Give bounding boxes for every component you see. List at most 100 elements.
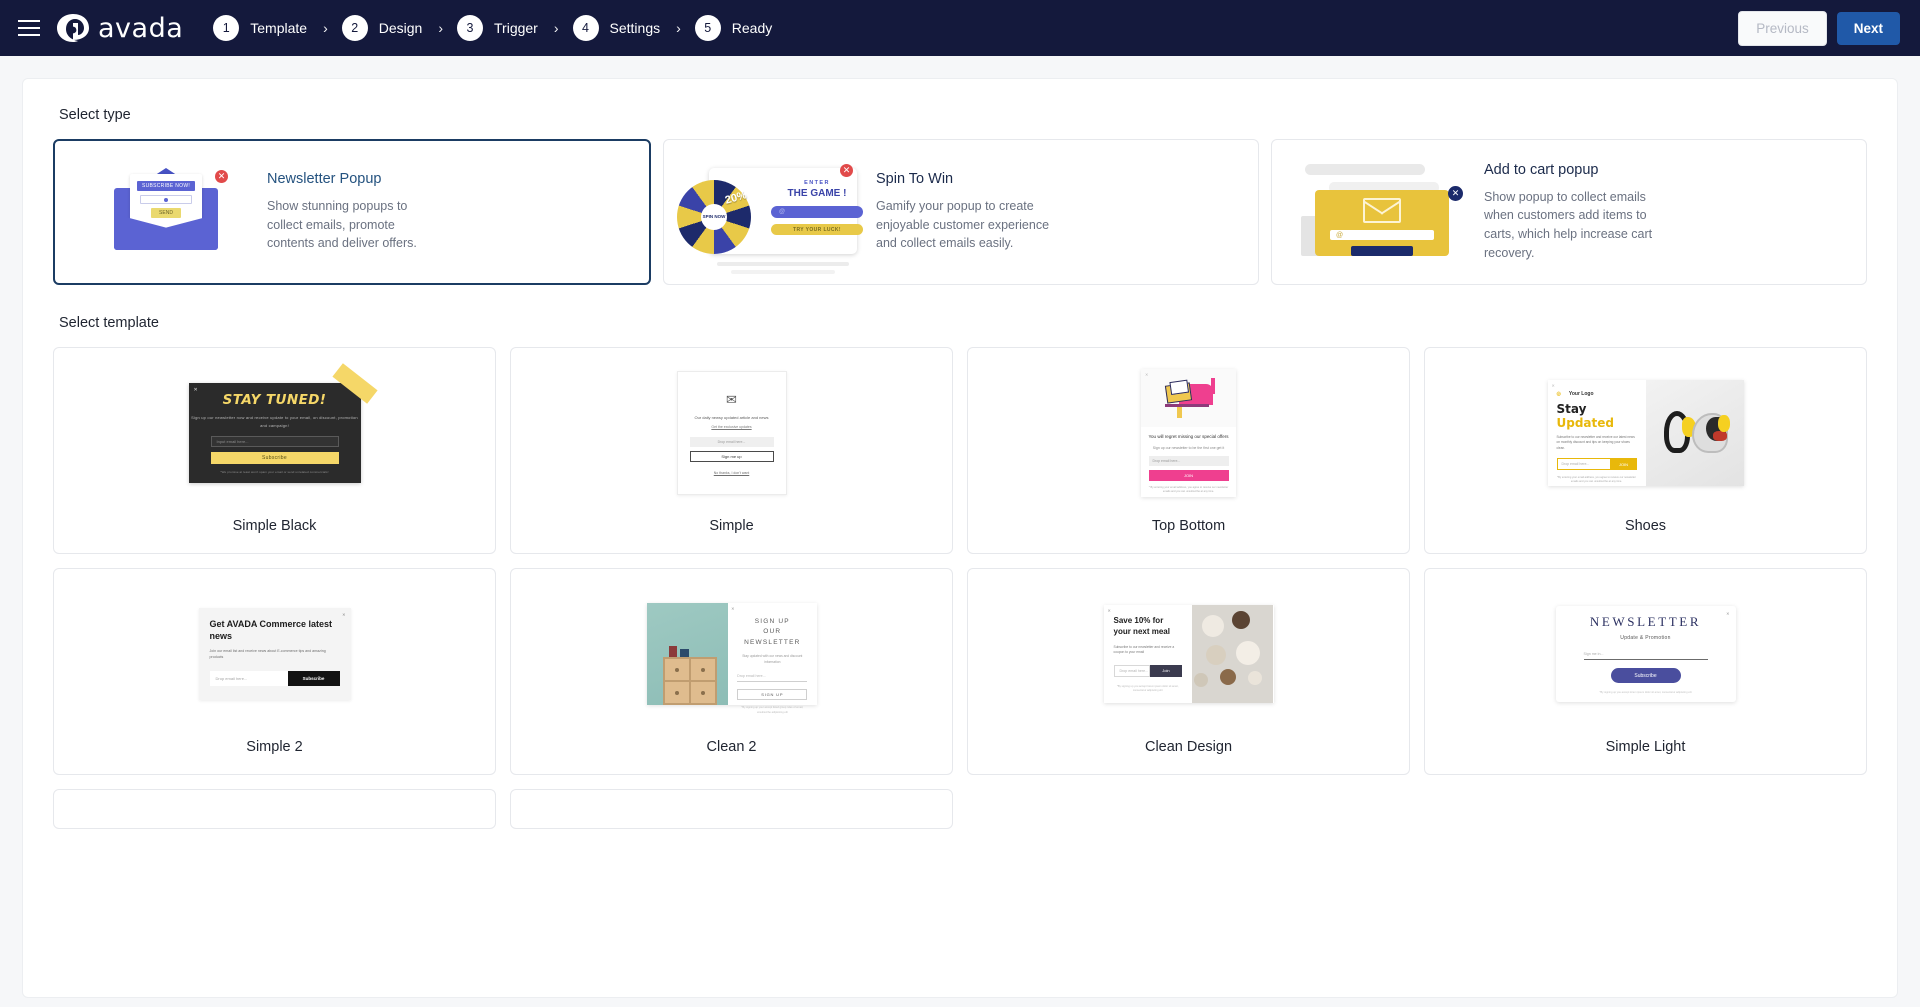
envelope-icon	[1164, 379, 1192, 404]
type-card-spin-to-win[interactable]: ENTER THE GAME ! @ TRY YOUR LUCK! SPIN N…	[663, 139, 1259, 285]
cart-submit-button	[1351, 246, 1413, 256]
knob-icon	[674, 690, 679, 695]
template-preview: ✕ ◎ Your Logo Stay Updated Subscribe to o…	[1425, 348, 1866, 518]
top-bottom-preview: ✕ You will regret missing our special of…	[1141, 369, 1236, 497]
template-card-clean-2[interactable]: ✕ SIGN UP OUR NEWSLETTER Stay updated wi…	[510, 568, 953, 775]
preview-submit-button: SIGN UP	[737, 689, 808, 701]
preview-note: *By signing up you accept lorem ipsum do…	[1599, 691, 1692, 694]
preview-logo-text: Your Logo	[1568, 391, 1594, 397]
template-name: Clean 2	[706, 739, 757, 755]
step-number: 4	[572, 15, 599, 41]
chevron-right-icon: ›	[553, 20, 559, 36]
sneaker-icon	[1660, 405, 1730, 461]
type-card-add-to-cart-popup[interactable]: @ ✕ Add to cart popup Show popup to coll…	[1271, 139, 1867, 285]
food-image	[1191, 605, 1274, 703]
preview-subtext: Sign up our newsletter now and receive u…	[191, 415, 358, 428]
envelope-letter	[1168, 379, 1189, 396]
step-number: 5	[694, 15, 721, 41]
newsletter-popup-thumbnail: SUBSCRIBE NOW! SEND ✕	[73, 154, 259, 270]
preview-heading: Stay Updated	[1557, 402, 1637, 430]
preview-note: *We promise at least won't spam your ema…	[220, 469, 329, 474]
template-preview: ✉ Our daily newsy updated article and ne…	[511, 348, 952, 518]
preview-submit-button: Sign me up	[689, 450, 774, 462]
add-to-cart-thumbnail: @ ✕	[1290, 154, 1476, 270]
template-card-shoes[interactable]: ✕ ◎ Your Logo Stay Updated Subscribe to o…	[1424, 347, 1867, 554]
cart-email-field: @	[1330, 229, 1434, 241]
food-bowl-icon	[1201, 615, 1224, 637]
food-bowl-icon	[1231, 611, 1250, 629]
at-dot-icon	[164, 197, 168, 202]
type-description: Gamify your popup to create enjoyable cu…	[876, 198, 1050, 251]
preview-submit-button: Subscribe	[210, 451, 339, 464]
preview-logo: ◎ Your Logo	[1556, 391, 1594, 397]
food-bowl-icon	[1193, 673, 1208, 687]
spin-to-win-info: Spin To Win Gamify your popup to create …	[868, 171, 1051, 253]
template-card-partial[interactable]	[510, 789, 953, 829]
shoe-image	[1645, 380, 1744, 486]
envelope-icon	[1363, 198, 1401, 223]
cabinet-row	[663, 681, 716, 704]
mailbox-icon: ✉	[726, 391, 737, 407]
template-card-simple-light[interactable]: ✕ NEWSLETTER Update & Promotion Sign me …	[1424, 568, 1867, 775]
decor-bar	[1305, 164, 1425, 175]
preview-email-field: Drop email here...	[1556, 458, 1611, 471]
preview-note: *By entering your email address, you agr…	[1557, 476, 1636, 484]
step-template[interactable]: 1 Template	[213, 15, 307, 41]
page-body: Select type SUBSCRIBE NOW! SEND ✕ Newsle…	[0, 56, 1920, 1007]
brand-logo[interactable]: avada	[56, 13, 183, 44]
preview-subtext: Subscribe to our newsletter and receive …	[1113, 644, 1175, 655]
template-card-partial[interactable]	[53, 789, 496, 829]
next-button[interactable]: Next	[1836, 11, 1900, 45]
knob-icon	[700, 690, 705, 695]
template-card-simple-black[interactable]: ✕ STAY TUNED! Sign up our newsletter now…	[53, 347, 496, 554]
spin-enter-label: ENTER	[804, 180, 830, 186]
previous-button[interactable]: Previous	[1738, 10, 1827, 46]
preview-body: You will regret missing our special offe…	[1141, 427, 1236, 497]
preview-submit-button: JOIN	[1610, 458, 1637, 471]
step-number: 2	[341, 15, 368, 41]
app-header: avada 1 Template › 2 Design › 3 Trigger …	[0, 0, 1920, 56]
email-input-preview	[140, 195, 192, 204]
template-card-simple[interactable]: ✉ Our daily newsy updated article and ne…	[510, 347, 953, 554]
spin-to-win-thumbnail: ENTER THE GAME ! @ TRY YOUR LUCK! SPIN N…	[677, 154, 868, 274]
template-grid: ✕ STAY TUNED! Sign up our newsletter now…	[53, 347, 1867, 775]
step-label: Trigger	[494, 20, 538, 36]
close-icon: ✕	[342, 612, 346, 617]
preview-email-field: Drop email here...	[1113, 664, 1150, 677]
close-icon: ✕	[731, 606, 735, 611]
step-settings[interactable]: 4 Settings	[572, 15, 660, 41]
spin-try-button: TRY YOUR LUCK!	[771, 224, 863, 235]
preview-note: *By signing up you accept lorem ipsum do…	[1116, 684, 1179, 693]
step-ready[interactable]: 5 Ready	[694, 15, 772, 41]
spin-wheel-illustration: ENTER THE GAME ! @ TRY YOUR LUCK! SPIN N…	[677, 162, 863, 274]
preview-heading: Get AVADA Commerce latest news	[209, 619, 333, 642]
subscribe-badge: SUBSCRIBE NOW!	[136, 181, 196, 191]
step-label: Template	[250, 20, 308, 36]
close-icon: ✕	[1448, 186, 1463, 201]
header-actions: Previous Next	[1738, 10, 1900, 46]
template-name: Clean Design	[1144, 739, 1233, 755]
preview-subtext: Subscribe to our newsletter and receive …	[1556, 435, 1635, 450]
mailbox-illustration	[1141, 369, 1236, 427]
type-card-newsletter-popup[interactable]: SUBSCRIBE NOW! SEND ✕ Newsletter Popup S…	[53, 139, 651, 285]
step-label: Design	[378, 20, 423, 36]
hamburger-icon[interactable]	[14, 13, 44, 43]
step-trigger[interactable]: 3 Trigger	[457, 15, 538, 41]
preview-submit-button: Subscribe	[287, 670, 340, 686]
preview-form-row: Drop email here... JOIN	[1556, 458, 1637, 471]
add-to-cart-info: Add to cart popup Show popup to collect …	[1476, 162, 1659, 263]
close-icon: ✕	[840, 164, 853, 177]
template-card-clean-design[interactable]: ✕ Save 10% for your next meal Subscribe …	[967, 568, 1410, 775]
preview-link: Get the exclusive updates	[711, 424, 752, 429]
clean-2-preview: ✕ SIGN UP OUR NEWSLETTER Stay updated wi…	[646, 603, 817, 714]
type-name: Spin To Win	[876, 170, 954, 187]
preview-heading: Save 10% for your next meal	[1113, 616, 1170, 636]
avada-logo-icon	[56, 13, 90, 43]
newsletter-popup-info: Newsletter Popup Show stunning popups to…	[259, 171, 442, 253]
template-name: Simple Light	[1605, 739, 1686, 755]
template-card-simple-2[interactable]: ✕ Get AVADA Commerce latest news Join ou…	[53, 568, 496, 775]
step-design[interactable]: 2 Design	[341, 15, 423, 41]
template-card-top-bottom[interactable]: ✕ You will regret missing our special of…	[967, 347, 1410, 554]
vase-decoration	[668, 646, 677, 657]
preview-submit-button: Subscribe	[1610, 668, 1681, 683]
